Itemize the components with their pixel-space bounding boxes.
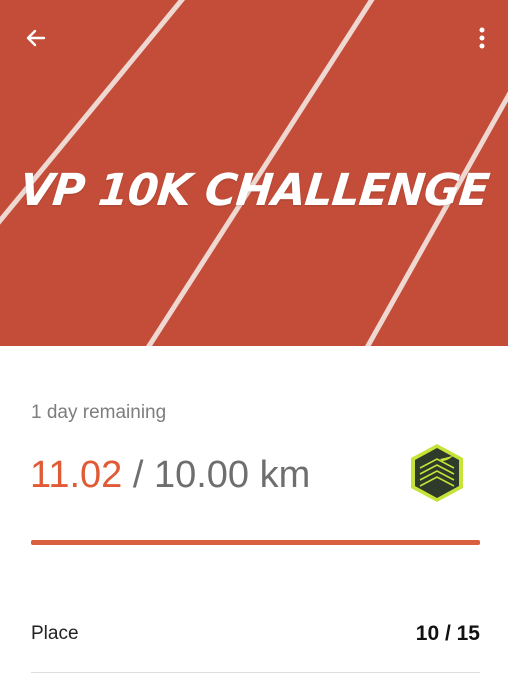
- hero-banner: VP 10K CHALLENGE: [0, 0, 508, 346]
- nike-challenge-badge-icon[interactable]: [406, 442, 468, 504]
- progress-bar-fill: [31, 540, 480, 545]
- back-button[interactable]: [20, 22, 52, 54]
- challenge-title: VP 10K CHALLENGE: [17, 165, 491, 216]
- time-remaining: 1 day remaining: [31, 402, 167, 423]
- more-options-button[interactable]: [470, 22, 494, 54]
- more-vertical-icon: [479, 27, 485, 49]
- distance-progress: 11.02 / 10.00 km: [30, 454, 310, 497]
- challenge-details: 1 day remaining 11.02 / 10.00 km Place 1…: [0, 346, 508, 686]
- distance-separator: /: [122, 454, 154, 496]
- place-value: 10 / 15: [415, 622, 480, 645]
- place-row: Place 10 / 15: [31, 616, 480, 652]
- distance-goal: 10.00 km: [153, 454, 311, 496]
- distance-current: 11.02: [30, 454, 123, 496]
- divider: [31, 672, 480, 673]
- progress-bar: [31, 540, 480, 545]
- place-label: Place: [31, 623, 79, 644]
- arrow-left-icon: [26, 29, 46, 47]
